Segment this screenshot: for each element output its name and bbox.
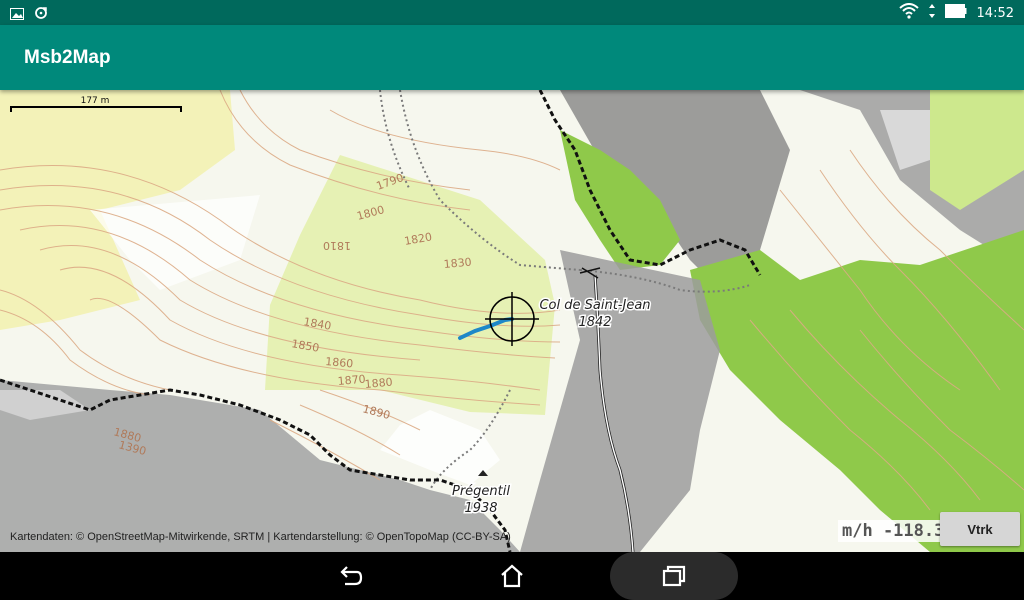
place-name: Prégentil: [452, 484, 510, 499]
back-icon[interactable]: [326, 554, 374, 598]
map-attribution: Kartendaten: © OpenStreetMap-Mitwirkende…: [10, 531, 511, 543]
recents-icon[interactable]: [650, 554, 698, 598]
status-time: 14:52: [976, 5, 1014, 21]
home-icon[interactable]: [488, 554, 536, 598]
contour-label: 1870: [337, 373, 366, 388]
scale-bar-line: [10, 106, 182, 112]
place-elevation: 1938: [464, 501, 497, 516]
status-bar: 14:52: [0, 0, 1024, 25]
sync-icon: [34, 5, 48, 24]
map-canvas[interactable]: 1790 1800 1810 1820 1830 1840 1850 1860 …: [0, 90, 1024, 552]
signal-icon: [928, 4, 935, 22]
app-title: Msb2Map: [24, 47, 111, 68]
contour-label: 1830: [443, 256, 472, 271]
image-icon: [10, 5, 24, 24]
contour-label: 1810: [323, 239, 351, 252]
place-name: Col de Saint-Jean: [539, 298, 650, 313]
scale-bar: 177 m: [10, 96, 182, 112]
app-bar: Msb2Map: [0, 25, 1024, 90]
place-elevation: 1842: [578, 315, 611, 330]
wifi-icon: [898, 3, 919, 23]
map-view[interactable]: 1790 1800 1810 1820 1830 1840 1850 1860 …: [0, 90, 1024, 552]
battery-icon: [944, 4, 967, 22]
speed-readout: m/h -118.3: [838, 520, 949, 542]
contour-label: 1880: [364, 376, 393, 391]
scale-label: 177 m: [80, 96, 110, 106]
vtrk-button[interactable]: Vtrk: [940, 512, 1020, 546]
contour-label: 1860: [325, 355, 354, 370]
navigation-bar: [0, 552, 1024, 600]
